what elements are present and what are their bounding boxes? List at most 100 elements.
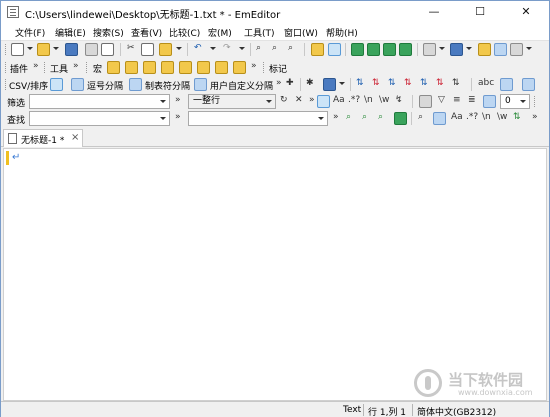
replace-icon[interactable]: ⌕ bbox=[378, 112, 383, 122]
configuration-icon[interactable] bbox=[450, 43, 463, 56]
chevron-down-icon[interactable] bbox=[210, 47, 216, 50]
run-macro-icon[interactable] bbox=[125, 61, 138, 74]
overflow-chevron-icon[interactable]: » bbox=[309, 95, 315, 105]
redo-icon[interactable]: ↷ bbox=[223, 43, 231, 53]
chevron-down-icon[interactable] bbox=[520, 100, 526, 103]
sort-options-icon[interactable]: ⇅ bbox=[452, 78, 460, 88]
sync-scroll-icon[interactable] bbox=[399, 43, 412, 56]
column-select-icon[interactable] bbox=[323, 78, 336, 91]
whole-word-icon[interactable]: \w bbox=[379, 95, 389, 105]
find-match-case-icon[interactable]: Aa bbox=[451, 112, 463, 122]
advanced-filter-icon[interactable] bbox=[419, 95, 432, 108]
macro-options-icon[interactable] bbox=[179, 61, 192, 74]
compare-icon[interactable] bbox=[383, 43, 396, 56]
macro-toolbar-label[interactable]: 宏 bbox=[93, 62, 102, 75]
chevron-down-icon[interactable] bbox=[176, 47, 182, 50]
open-file-icon[interactable] bbox=[37, 43, 50, 56]
chevron-down-icon[interactable] bbox=[339, 82, 345, 85]
macro-edit-icon[interactable] bbox=[161, 61, 174, 74]
overflow-chevron-icon[interactable]: » bbox=[333, 112, 339, 122]
paste-icon[interactable] bbox=[159, 43, 172, 56]
tab-untitled-1[interactable]: 无标题-1 * × bbox=[3, 129, 83, 147]
find-input[interactable] bbox=[29, 111, 170, 126]
tools-toolbar-label[interactable]: 工具 bbox=[50, 62, 68, 75]
find-next-icon[interactable]: ⌕ bbox=[272, 43, 277, 53]
chevron-down-icon[interactable] bbox=[266, 100, 272, 103]
plugins-toolbar-label[interactable]: 插件 bbox=[10, 62, 28, 75]
filter-bookmark-icon[interactable]: ▽ bbox=[438, 95, 445, 105]
chevron-down-icon[interactable] bbox=[27, 47, 33, 50]
column-view-icon[interactable] bbox=[351, 43, 364, 56]
overflow-chevron-icon[interactable]: » bbox=[532, 112, 538, 122]
filter-scope-select[interactable]: 一整行 bbox=[188, 94, 276, 109]
properties-icon[interactable] bbox=[494, 43, 507, 56]
chevron-down-icon[interactable] bbox=[53, 47, 59, 50]
filter-options-icon[interactable] bbox=[483, 95, 496, 108]
chevron-down-icon[interactable] bbox=[160, 100, 166, 103]
cut-icon[interactable]: ✂ bbox=[127, 43, 135, 53]
normal-mode-icon[interactable] bbox=[50, 78, 63, 91]
find-escape-icon[interactable]: \n bbox=[482, 112, 491, 122]
overflow-chevron-icon[interactable]: » bbox=[175, 112, 181, 122]
find-previous-icon[interactable]: ⌕ bbox=[362, 112, 367, 122]
filter-icon[interactable] bbox=[328, 43, 341, 56]
clear-filter-icon[interactable]: ✕ bbox=[295, 95, 303, 105]
word-wrap-icon[interactable] bbox=[423, 43, 436, 56]
user-defined-separated-button[interactable]: 用户自定义分隔 bbox=[210, 79, 273, 92]
split-lines-icon[interactable] bbox=[522, 78, 535, 91]
status-position[interactable]: 行 1,列 1 bbox=[368, 405, 406, 417]
menu-file[interactable]: 文件(F) bbox=[15, 26, 45, 39]
macro-load-icon[interactable] bbox=[215, 61, 228, 74]
csv-sort-label[interactable]: CSV/排序 bbox=[9, 79, 48, 92]
search-icon[interactable] bbox=[317, 95, 330, 108]
toolbar-grip[interactable] bbox=[86, 62, 88, 73]
menu-edit[interactable]: 编辑(E) bbox=[55, 26, 86, 39]
regex-icon[interactable]: .*? bbox=[348, 95, 360, 105]
overflow-chevron-icon[interactable]: » bbox=[175, 95, 181, 105]
minimize-button[interactable]: — bbox=[411, 1, 457, 23]
cell-select-icon[interactable]: ✱ bbox=[306, 78, 314, 88]
toolbar-grip[interactable] bbox=[5, 62, 7, 73]
highlight-icon[interactable] bbox=[433, 112, 446, 125]
customize-icon[interactable] bbox=[478, 43, 491, 56]
refresh-icon[interactable]: ↻ bbox=[280, 95, 288, 105]
join-lines-icon[interactable] bbox=[500, 78, 513, 91]
find-next-icon[interactable]: ⌕ bbox=[346, 112, 351, 122]
toolbar-grip[interactable] bbox=[44, 62, 46, 73]
menu-window[interactable]: 窗口(W) bbox=[284, 26, 318, 39]
menu-tools[interactable]: 工具(T) bbox=[244, 26, 275, 39]
tab-separated-icon[interactable] bbox=[129, 78, 142, 91]
comma-separated-button[interactable]: 逗号分隔 bbox=[87, 79, 123, 92]
find-whole-word-icon[interactable]: \w bbox=[497, 112, 507, 122]
spell-check-icon[interactable]: abc bbox=[478, 78, 494, 88]
print-preview-icon[interactable] bbox=[101, 43, 114, 56]
filter-context-icon[interactable]: ≡ bbox=[453, 95, 461, 105]
close-button[interactable]: ✕ bbox=[503, 1, 549, 23]
sort-length-desc-icon[interactable]: ⇅ bbox=[436, 78, 444, 88]
undo-icon[interactable]: ↶ bbox=[194, 43, 202, 53]
negative-filter-icon[interactable]: ↯ bbox=[395, 95, 403, 105]
user-defined-separated-icon[interactable] bbox=[194, 78, 207, 91]
filter-list-icon[interactable]: ≣ bbox=[468, 95, 476, 105]
macro-select-icon[interactable] bbox=[143, 61, 156, 74]
chevron-down-icon[interactable] bbox=[466, 47, 472, 50]
add-column-icon[interactable]: ✚ bbox=[286, 78, 294, 88]
menu-search[interactable]: 搜索(S) bbox=[93, 26, 124, 39]
status-mode[interactable]: Text bbox=[343, 405, 361, 415]
maximize-button[interactable]: ☐ bbox=[457, 1, 503, 23]
search-options-icon[interactable]: ⌕ bbox=[418, 112, 423, 122]
save-icon[interactable] bbox=[65, 43, 78, 56]
close-tab-icon[interactable]: × bbox=[71, 132, 79, 143]
menu-compare[interactable]: 比较(C) bbox=[169, 26, 200, 39]
chevron-down-icon[interactable] bbox=[526, 47, 532, 50]
sort-length-icon[interactable]: ⇅ bbox=[420, 78, 428, 88]
split-window-icon[interactable] bbox=[367, 43, 380, 56]
overflow-chevron-icon[interactable]: » bbox=[73, 61, 79, 71]
find-regex-icon[interactable]: .*? bbox=[466, 112, 478, 122]
menu-macro[interactable]: 宏(M) bbox=[208, 26, 232, 39]
toolbar-grip[interactable] bbox=[534, 96, 536, 107]
record-macro-icon[interactable] bbox=[107, 61, 120, 74]
comma-separated-icon[interactable] bbox=[71, 78, 84, 91]
chevron-down-icon[interactable] bbox=[160, 117, 166, 120]
menu-help[interactable]: 帮助(H) bbox=[326, 26, 358, 39]
